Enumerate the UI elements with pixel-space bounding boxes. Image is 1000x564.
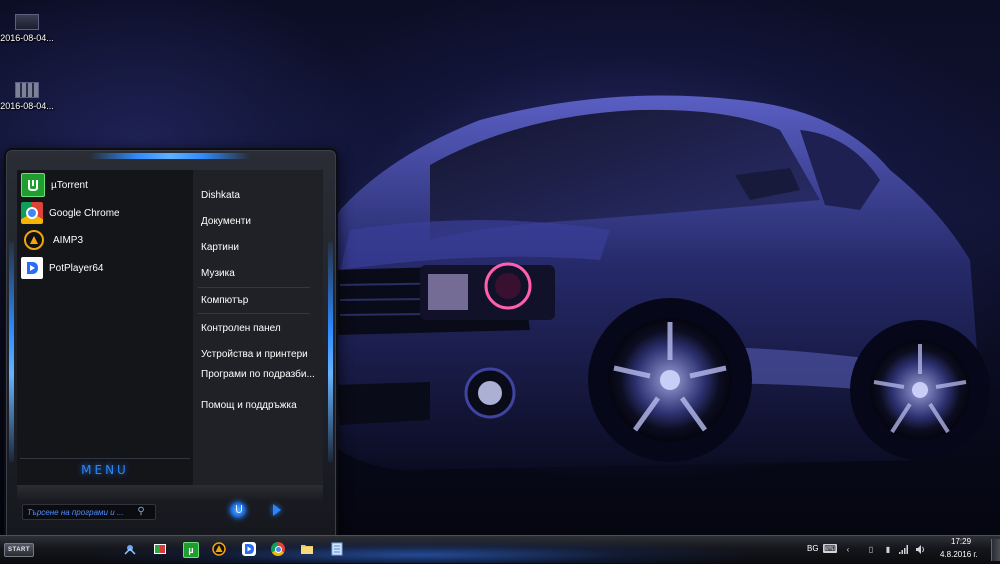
shutdown-button[interactable] — [230, 502, 246, 518]
menu-separator — [198, 313, 310, 314]
menu-label: MENU — [81, 463, 129, 477]
chrome-icon — [21, 202, 43, 224]
program-potplayer64[interactable]: PotPlayer64 — [21, 255, 103, 281]
image-thumbnail-icon — [15, 14, 39, 30]
start-menu-right-glow — [328, 242, 333, 462]
link-control-panel[interactable]: Контролен панел — [201, 323, 281, 334]
volume-icon[interactable] — [916, 545, 926, 554]
aimp-icon[interactable] — [212, 542, 226, 556]
link-help-support[interactable]: Помощ и поддръжка — [201, 400, 297, 411]
program-utorrent[interactable]: µTorrent — [21, 172, 88, 198]
clock-date[interactable]: 4.8.2016 г. — [940, 550, 978, 559]
menu-separator — [198, 287, 310, 288]
action-center-flag-icon[interactable]: ▯ — [866, 545, 876, 554]
potplayer-icon[interactable] — [242, 542, 256, 556]
taskbar: START µ BG ⌨ ‹ ▯ ▮ 17:29 4.8.2016 г. — [0, 535, 1000, 564]
link-devices-printers[interactable]: Устройства и принтери — [201, 349, 308, 360]
media-player-icon[interactable] — [153, 542, 167, 556]
link-user-folder[interactable]: Dishkata — [201, 190, 240, 201]
link-documents[interactable]: Документи — [201, 216, 251, 227]
keyboard-icon[interactable]: ⌨ — [823, 544, 837, 553]
link-pictures[interactable]: Картини — [201, 242, 239, 253]
start-menu-top-glow — [90, 153, 250, 159]
start-menu-left-glow — [9, 242, 14, 462]
clock-time[interactable]: 17:29 — [951, 537, 971, 546]
program-label: AIMP3 — [53, 234, 84, 246]
link-default-programs[interactable]: Програми по подразби... — [201, 369, 315, 380]
shutdown-options-arrow-icon[interactable] — [273, 504, 281, 516]
start-menu-programs-pane: µTorrent Google Chrome AIMP3 PotPlayer64 — [17, 170, 193, 485]
network-signal-icon[interactable] — [899, 545, 909, 554]
start-button[interactable]: START — [4, 543, 34, 557]
search-input[interactable] — [23, 506, 135, 518]
windows-explorer-icon[interactable] — [123, 542, 137, 556]
program-label: PotPlayer64 — [49, 262, 104, 274]
program-search-box: ⚲ — [22, 504, 156, 520]
chrome-icon[interactable] — [271, 542, 285, 556]
start-menu: µTorrent Google Chrome AIMP3 PotPlayer64… — [4, 148, 338, 540]
search-icon[interactable]: ⚲ — [135, 506, 147, 518]
notepad-icon[interactable] — [330, 542, 344, 556]
desktop-icon-label: 2016-08-04... — [0, 33, 54, 43]
folder-icon[interactable] — [300, 542, 314, 556]
start-menu-bottom-bar — [17, 485, 323, 501]
show-desktop-button[interactable] — [991, 539, 1000, 561]
program-google-chrome[interactable]: Google Chrome — [21, 200, 120, 226]
potplayer-icon — [21, 257, 43, 279]
link-music[interactable]: Музика — [201, 268, 235, 279]
battery-icon[interactable]: ▮ — [883, 545, 893, 554]
desktop-icon-label: 2016-08-04... — [0, 101, 54, 111]
all-programs-menu-button[interactable]: MENU — [20, 458, 190, 481]
program-label: Google Chrome — [49, 207, 120, 219]
image-thumbnail-icon — [15, 82, 39, 98]
tray-expand-icon[interactable]: ‹ — [843, 545, 853, 554]
link-computer[interactable]: Компютър — [201, 295, 248, 306]
utorrent-icon[interactable]: µ — [183, 542, 199, 558]
language-indicator[interactable]: BG — [807, 544, 819, 553]
program-aimp3[interactable]: AIMP3 — [21, 227, 83, 253]
program-label: µTorrent — [51, 179, 88, 191]
desktop-icon-screenshot-2[interactable]: 2016-08-04... — [0, 82, 62, 111]
aimp-icon — [24, 230, 44, 250]
utorrent-icon — [21, 173, 45, 197]
car-wallpaper-image — [300, 95, 990, 470]
desktop-icon-screenshot-1[interactable]: 2016-08-04... — [0, 14, 62, 43]
